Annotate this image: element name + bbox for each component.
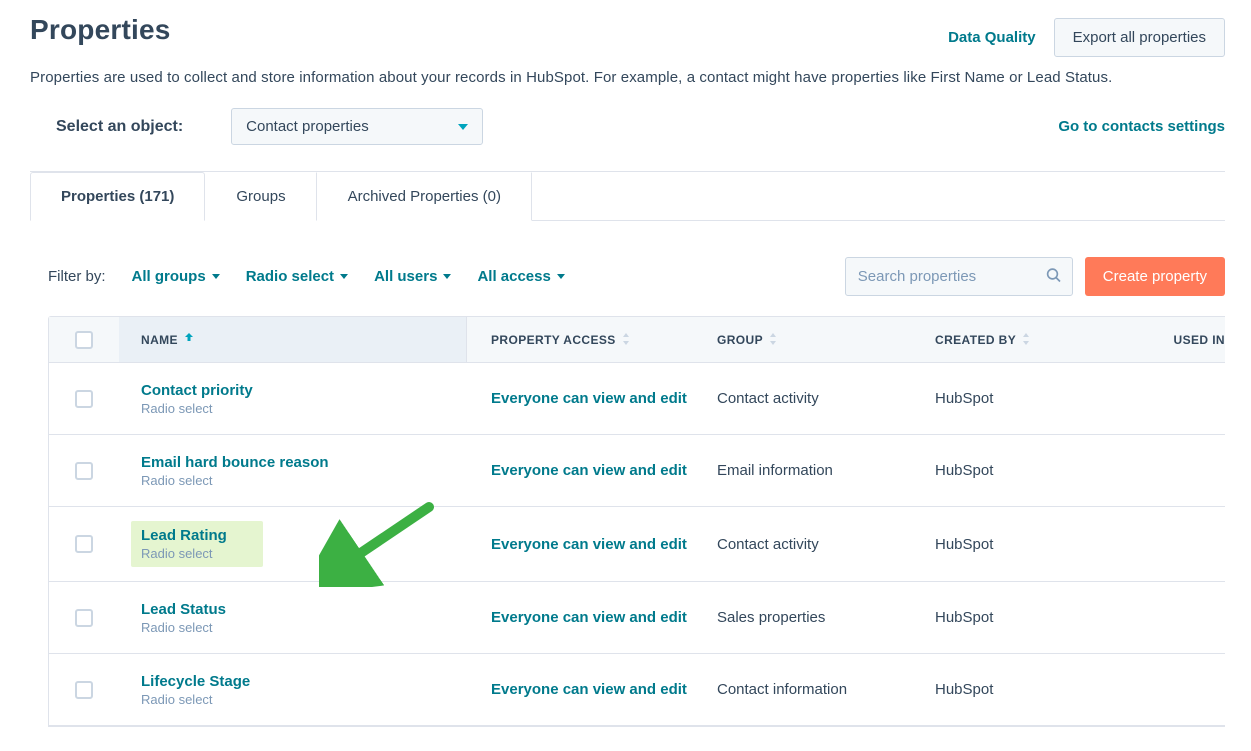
- sort-icon: [1022, 332, 1030, 348]
- group-cell: Contact information: [717, 681, 847, 698]
- property-type-label: Radio select: [141, 401, 253, 416]
- property-access-link[interactable]: Everyone can view and edit: [491, 681, 687, 698]
- tab-groups[interactable]: Groups: [205, 172, 316, 221]
- table-row: Lead Rating Radio select Everyone can vi…: [49, 507, 1225, 582]
- caret-down-icon: [340, 274, 348, 279]
- property-type-label: Radio select: [141, 473, 329, 488]
- property-access-link[interactable]: Everyone can view and edit: [491, 462, 687, 479]
- row-checkbox[interactable]: [75, 535, 93, 553]
- tab-archived[interactable]: Archived Properties (0): [317, 172, 532, 221]
- filter-users[interactable]: All users: [374, 268, 451, 285]
- caret-down-icon: [458, 124, 468, 130]
- created-by-cell: HubSpot: [935, 609, 993, 626]
- property-name-link[interactable]: Contact priority: [141, 382, 253, 399]
- created-by-cell: HubSpot: [935, 390, 993, 407]
- sort-icon: [622, 332, 630, 348]
- page-subtitle: Properties are used to collect and store…: [30, 69, 1225, 86]
- property-name-link[interactable]: Lead Rating: [141, 527, 227, 544]
- row-checkbox[interactable]: [75, 609, 93, 627]
- caret-down-icon: [443, 274, 451, 279]
- search-input[interactable]: [845, 257, 1073, 296]
- object-select-value: Contact properties: [246, 118, 369, 135]
- row-checkbox[interactable]: [75, 390, 93, 408]
- tab-properties[interactable]: Properties (171): [30, 172, 205, 221]
- filter-users-label: All users: [374, 268, 437, 285]
- col-created-header[interactable]: CREATED BY: [935, 333, 1016, 347]
- filter-by-label: Filter by:: [48, 268, 106, 285]
- table-row: Lifecycle Stage Radio select Everyone ca…: [49, 654, 1225, 726]
- row-checkbox[interactable]: [75, 681, 93, 699]
- filter-groups[interactable]: All groups: [132, 268, 220, 285]
- tabs: Properties (171) Groups Archived Propert…: [30, 172, 1225, 221]
- object-select[interactable]: Contact properties: [231, 108, 483, 145]
- group-cell: Email information: [717, 462, 833, 479]
- filter-type-label: Radio select: [246, 268, 334, 285]
- property-name-link[interactable]: Lifecycle Stage: [141, 673, 250, 690]
- caret-down-icon: [212, 274, 220, 279]
- property-access-link[interactable]: Everyone can view and edit: [491, 536, 687, 553]
- annotation-arrow-icon: [319, 497, 439, 590]
- filter-type[interactable]: Radio select: [246, 268, 348, 285]
- table-row: Lead Status Radio select Everyone can vi…: [49, 582, 1225, 654]
- sort-asc-icon: [184, 332, 194, 348]
- properties-table: NAME PROPERTY ACCESS GROUP CREATED BY US…: [48, 316, 1225, 727]
- search-icon: [1045, 266, 1063, 287]
- select-all-checkbox[interactable]: [75, 331, 93, 349]
- filter-access[interactable]: All access: [477, 268, 564, 285]
- col-name-header[interactable]: NAME: [141, 333, 178, 347]
- created-by-cell: HubSpot: [935, 681, 993, 698]
- property-access-link[interactable]: Everyone can view and edit: [491, 609, 687, 626]
- property-name-link[interactable]: Email hard bounce reason: [141, 454, 329, 471]
- group-cell: Contact activity: [717, 536, 819, 553]
- caret-down-icon: [557, 274, 565, 279]
- property-type-label: Radio select: [141, 620, 226, 635]
- property-name-link[interactable]: Lead Status: [141, 601, 226, 618]
- row-checkbox[interactable]: [75, 462, 93, 480]
- export-all-button[interactable]: Export all properties: [1054, 18, 1225, 57]
- filter-access-label: All access: [477, 268, 550, 285]
- property-type-label: Radio select: [141, 692, 250, 707]
- group-cell: Contact activity: [717, 390, 819, 407]
- col-used-header[interactable]: USED IN: [1174, 333, 1225, 347]
- group-cell: Sales properties: [717, 609, 825, 626]
- property-type-label: Radio select: [141, 546, 227, 561]
- created-by-cell: HubSpot: [935, 536, 993, 553]
- data-quality-link[interactable]: Data Quality: [948, 29, 1036, 46]
- property-access-link[interactable]: Everyone can view and edit: [491, 390, 687, 407]
- select-object-label: Select an object:: [56, 118, 183, 136]
- table-header: NAME PROPERTY ACCESS GROUP CREATED BY US…: [49, 317, 1225, 363]
- col-access-header[interactable]: PROPERTY ACCESS: [491, 333, 616, 347]
- table-row: Email hard bounce reason Radio select Ev…: [49, 435, 1225, 507]
- create-property-button[interactable]: Create property: [1085, 257, 1225, 296]
- page-title: Properties: [30, 14, 171, 46]
- sort-icon: [769, 332, 777, 348]
- table-row: Contact priority Radio select Everyone c…: [49, 363, 1225, 435]
- filter-groups-label: All groups: [132, 268, 206, 285]
- col-group-header[interactable]: GROUP: [717, 333, 763, 347]
- contacts-settings-link[interactable]: Go to contacts settings: [1058, 118, 1225, 135]
- created-by-cell: HubSpot: [935, 462, 993, 479]
